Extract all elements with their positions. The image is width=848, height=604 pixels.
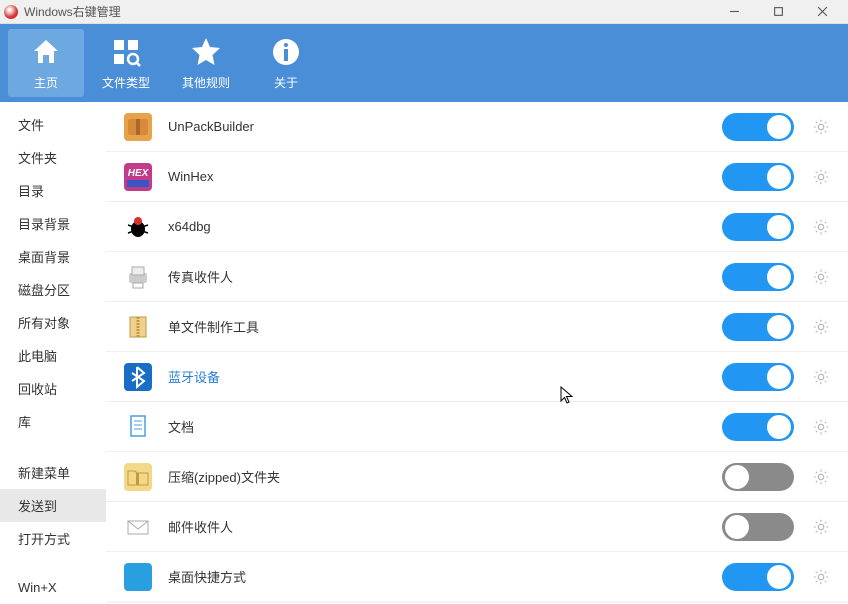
app-icon: [4, 5, 18, 19]
other-icon: [190, 36, 222, 68]
settings-gear-icon[interactable]: [808, 464, 834, 490]
sidebar-item[interactable]: 目录: [0, 174, 106, 207]
item-icon: [124, 263, 152, 291]
toggle-switch[interactable]: [722, 513, 794, 541]
item-label: 单文件制作工具: [168, 317, 722, 336]
item-label: 传真收件人: [168, 267, 722, 286]
maximize-button[interactable]: [756, 0, 800, 24]
item-icon: [124, 113, 152, 141]
home-icon: [30, 36, 62, 68]
settings-gear-icon[interactable]: [808, 414, 834, 440]
sidebar-item[interactable]: 新建菜单: [0, 456, 106, 489]
list-item: HEX WinHex: [106, 152, 848, 202]
sidebar-item[interactable]: 所有对象: [0, 306, 106, 339]
item-label: 邮件收件人: [168, 517, 722, 536]
list-item: 文档: [106, 402, 848, 452]
item-label: UnPackBuilder: [168, 119, 722, 134]
toggle-switch[interactable]: [722, 463, 794, 491]
settings-gear-icon[interactable]: [808, 314, 834, 340]
list-item: 邮件收件人: [106, 502, 848, 552]
toolbar-about[interactable]: 关于: [248, 29, 324, 97]
toolbar-label: 其他规则: [182, 74, 230, 91]
sidebar-item[interactable]: 文件夹: [0, 141, 106, 174]
toolbar: 主页 文件类型 其他规则 关于: [0, 24, 848, 102]
about-icon: [270, 36, 302, 68]
sidebar-item[interactable]: 文件: [0, 108, 106, 141]
settings-gear-icon[interactable]: [808, 114, 834, 140]
sidebar-item[interactable]: 此电脑: [0, 339, 106, 372]
toggle-switch[interactable]: [722, 113, 794, 141]
sidebar-item[interactable]: 库: [0, 405, 106, 438]
item-icon: [124, 463, 152, 491]
item-label: 压缩(zipped)文件夹: [168, 467, 722, 486]
list-item: UnPackBuilder: [106, 102, 848, 152]
toolbar-home[interactable]: 主页: [8, 29, 84, 97]
svg-text:HEX: HEX: [128, 168, 150, 179]
titlebar: Windows右键管理: [0, 0, 848, 24]
sidebar-item[interactable]: 打开方式: [0, 522, 106, 555]
settings-gear-icon[interactable]: [808, 514, 834, 540]
settings-gear-icon[interactable]: [808, 564, 834, 590]
item-icon: HEX: [124, 163, 152, 191]
sidebar: 文件文件夹目录目录背景桌面背景磁盘分区所有对象此电脑回收站库新建菜单发送到打开方…: [0, 102, 106, 604]
item-label: x64dbg: [168, 219, 722, 234]
sidebar-item[interactable]: 磁盘分区: [0, 273, 106, 306]
toggle-switch[interactable]: [722, 313, 794, 341]
item-label: WinHex: [168, 169, 722, 184]
toolbar-label: 文件类型: [102, 74, 150, 91]
toolbar-other[interactable]: 其他规则: [168, 29, 244, 97]
sidebar-item[interactable]: 桌面背景: [0, 240, 106, 273]
item-icon: [124, 213, 152, 241]
item-icon: [124, 563, 152, 591]
main-list: UnPackBuilder HEX WinHex x64dbg 传真收件人单文件制作工具…: [106, 102, 848, 604]
item-icon: [124, 363, 152, 391]
list-item: 桌面快捷方式: [106, 552, 848, 602]
item-label: 桌面快捷方式: [168, 567, 722, 586]
sidebar-item[interactable]: Win+X: [0, 573, 106, 602]
toggle-switch[interactable]: [722, 413, 794, 441]
toggle-switch[interactable]: [722, 213, 794, 241]
settings-gear-icon[interactable]: [808, 214, 834, 240]
list-item: 蓝牙设备: [106, 352, 848, 402]
settings-gear-icon[interactable]: [808, 364, 834, 390]
sidebar-item[interactable]: 发送到: [0, 489, 106, 522]
item-label: 文档: [168, 417, 722, 436]
toolbar-label: 主页: [34, 74, 58, 91]
list-item: 压缩(zipped)文件夹: [106, 452, 848, 502]
minimize-button[interactable]: [712, 0, 756, 24]
sidebar-item[interactable]: 目录背景: [0, 207, 106, 240]
toggle-switch[interactable]: [722, 263, 794, 291]
item-icon: [124, 513, 152, 541]
toggle-switch[interactable]: [722, 163, 794, 191]
toolbar-label: 关于: [274, 74, 298, 91]
item-label: 蓝牙设备: [168, 367, 722, 386]
list-item: x64dbg: [106, 202, 848, 252]
sidebar-item[interactable]: 回收站: [0, 372, 106, 405]
item-icon: [124, 313, 152, 341]
item-icon: [124, 413, 152, 441]
filetype-icon: [110, 36, 142, 68]
list-item: 传真收件人: [106, 252, 848, 302]
toggle-switch[interactable]: [722, 563, 794, 591]
toggle-switch[interactable]: [722, 363, 794, 391]
window-title: Windows右键管理: [24, 3, 121, 20]
settings-gear-icon[interactable]: [808, 264, 834, 290]
close-button[interactable]: [800, 0, 844, 24]
toolbar-filetype[interactable]: 文件类型: [88, 29, 164, 97]
list-item: 单文件制作工具: [106, 302, 848, 352]
settings-gear-icon[interactable]: [808, 164, 834, 190]
